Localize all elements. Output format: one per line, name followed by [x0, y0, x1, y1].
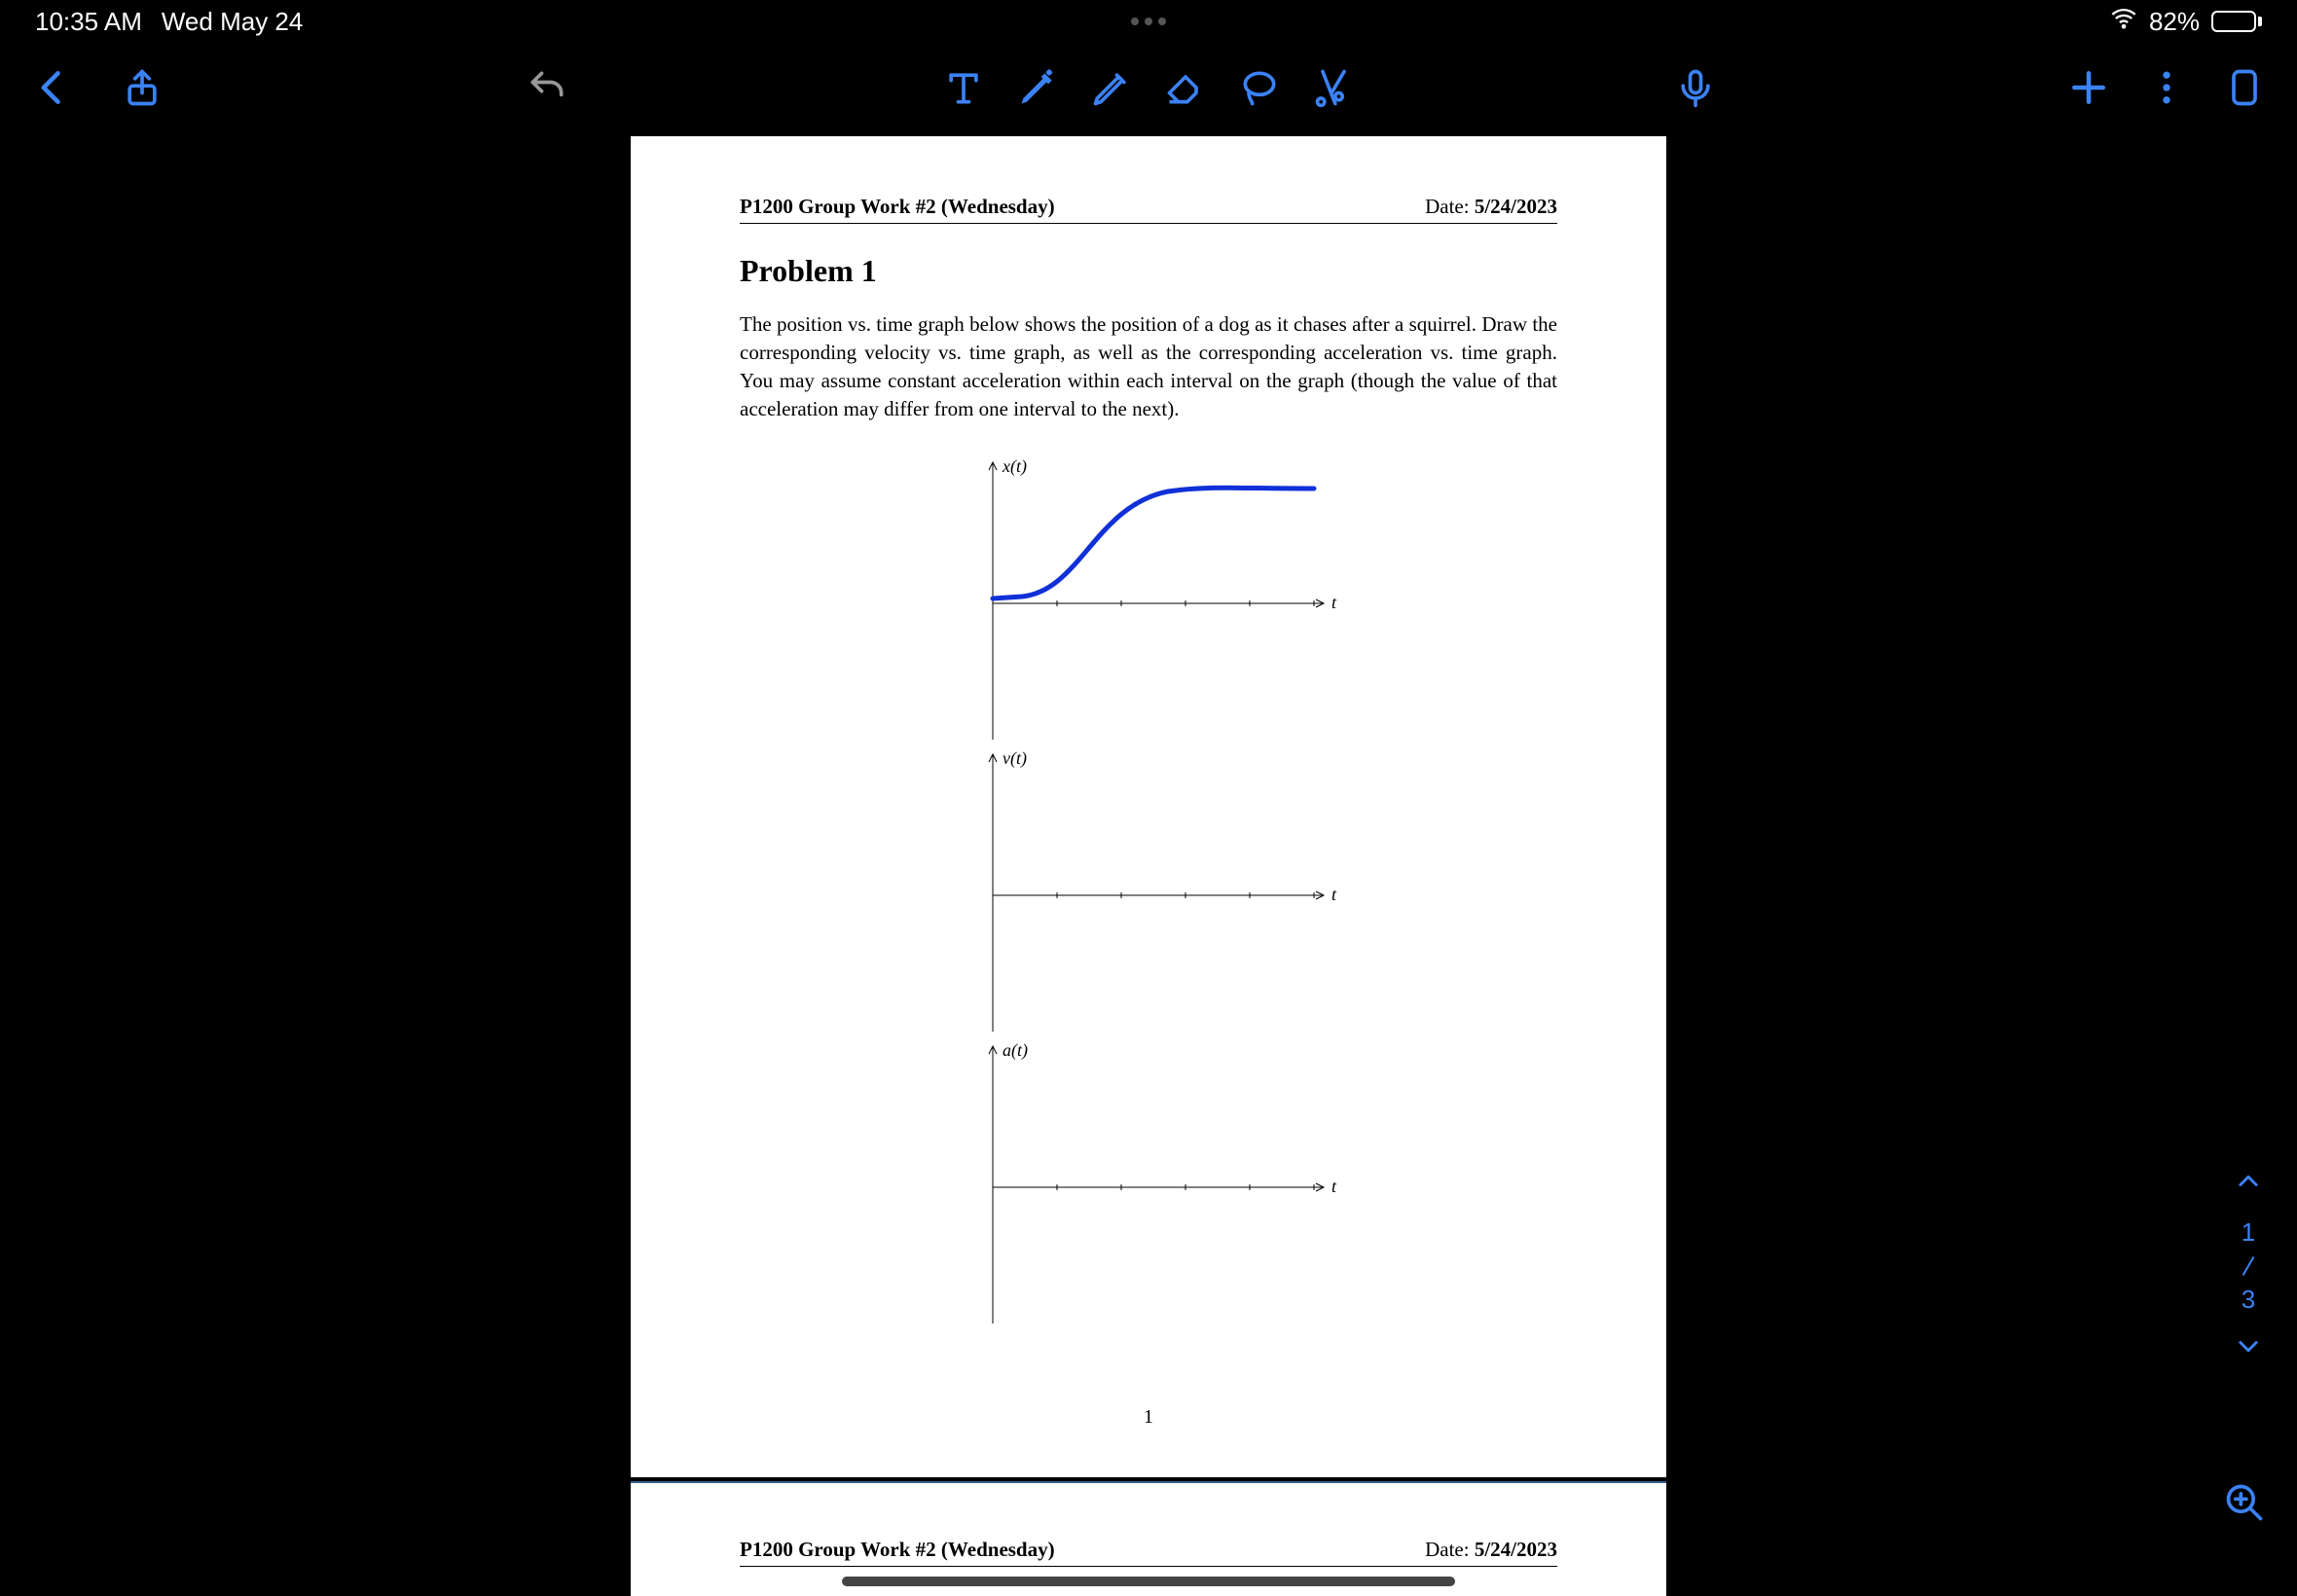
back-button[interactable]	[31, 66, 74, 109]
page-navigator: 1 3	[2235, 1168, 2262, 1364]
doc-header-date-2: Date: 5/24/2023	[1425, 1538, 1557, 1562]
problem-title: Problem 1	[740, 253, 1557, 289]
graph-velocity: v(t) t	[944, 744, 1353, 1036]
text-tool-icon[interactable]	[942, 66, 985, 109]
cut-tool-icon[interactable]	[1312, 66, 1355, 109]
multitask-dots[interactable]	[1131, 18, 1166, 25]
zoom-button[interactable]	[2223, 1481, 2266, 1524]
doc-header-title: P1200 Group Work #2 (Wednesday)	[740, 195, 1055, 219]
document-canvas[interactable]: P1200 Group Work #2 (Wednesday) Date: 5/…	[0, 136, 2297, 1596]
status-time: 10:35 AM	[35, 7, 142, 37]
undo-button[interactable]	[526, 66, 568, 109]
doc-header-date: Date: 5/24/2023	[1425, 195, 1557, 219]
page-view-button[interactable]	[2223, 66, 2266, 109]
graphs-container: x(t) t	[740, 453, 1557, 1328]
add-button[interactable]	[2067, 66, 2110, 109]
eraser-tool-icon[interactable]	[1164, 66, 1207, 109]
more-button[interactable]	[2145, 66, 2188, 109]
lasso-tool-icon[interactable]	[1238, 66, 1281, 109]
page-header: P1200 Group Work #2 (Wednesday) Date: 5/…	[740, 195, 1557, 224]
graph1-ylabel: x(t)	[1002, 456, 1027, 477]
document-page-1[interactable]: P1200 Group Work #2 (Wednesday) Date: 5/…	[631, 136, 1666, 1477]
graph2-ylabel: v(t)	[1003, 748, 1027, 769]
problem-text: The position vs. time graph below shows …	[740, 310, 1557, 423]
graph-acceleration: a(t) t	[944, 1036, 1353, 1328]
total-page-number: 3	[2242, 1285, 2255, 1315]
status-bar: 10:35 AM Wed May 24 82%	[0, 0, 2297, 43]
doc-header-title-2: P1200 Group Work #2 (Wednesday)	[740, 1538, 1055, 1562]
share-button[interactable]	[121, 66, 164, 109]
page-number: 1	[1144, 1406, 1153, 1429]
graph2-xlabel: t	[1331, 885, 1337, 904]
graph-position: x(t) t	[944, 453, 1353, 744]
graph3-ylabel: a(t)	[1003, 1040, 1028, 1061]
battery-icon	[2211, 11, 2262, 32]
battery-percent: 82%	[2149, 7, 2200, 37]
graph1-xlabel: t	[1331, 593, 1337, 612]
home-indicator[interactable]	[842, 1577, 1455, 1586]
current-page-number[interactable]: 1	[2242, 1217, 2255, 1248]
toolbar	[0, 43, 2297, 132]
page-header-2: P1200 Group Work #2 (Wednesday) Date: 5/…	[740, 1538, 1557, 1567]
pencil-tool-icon[interactable]	[1016, 66, 1059, 109]
page-down-button[interactable]	[2235, 1332, 2262, 1364]
page-nav-divider	[2242, 1256, 2255, 1276]
status-date: Wed May 24	[162, 7, 303, 37]
page-up-button[interactable]	[2235, 1168, 2262, 1200]
graph3-xlabel: t	[1331, 1177, 1337, 1196]
wifi-icon	[2110, 5, 2137, 39]
highlighter-tool-icon[interactable]	[1090, 66, 1133, 109]
microphone-button[interactable]	[1674, 66, 1717, 109]
